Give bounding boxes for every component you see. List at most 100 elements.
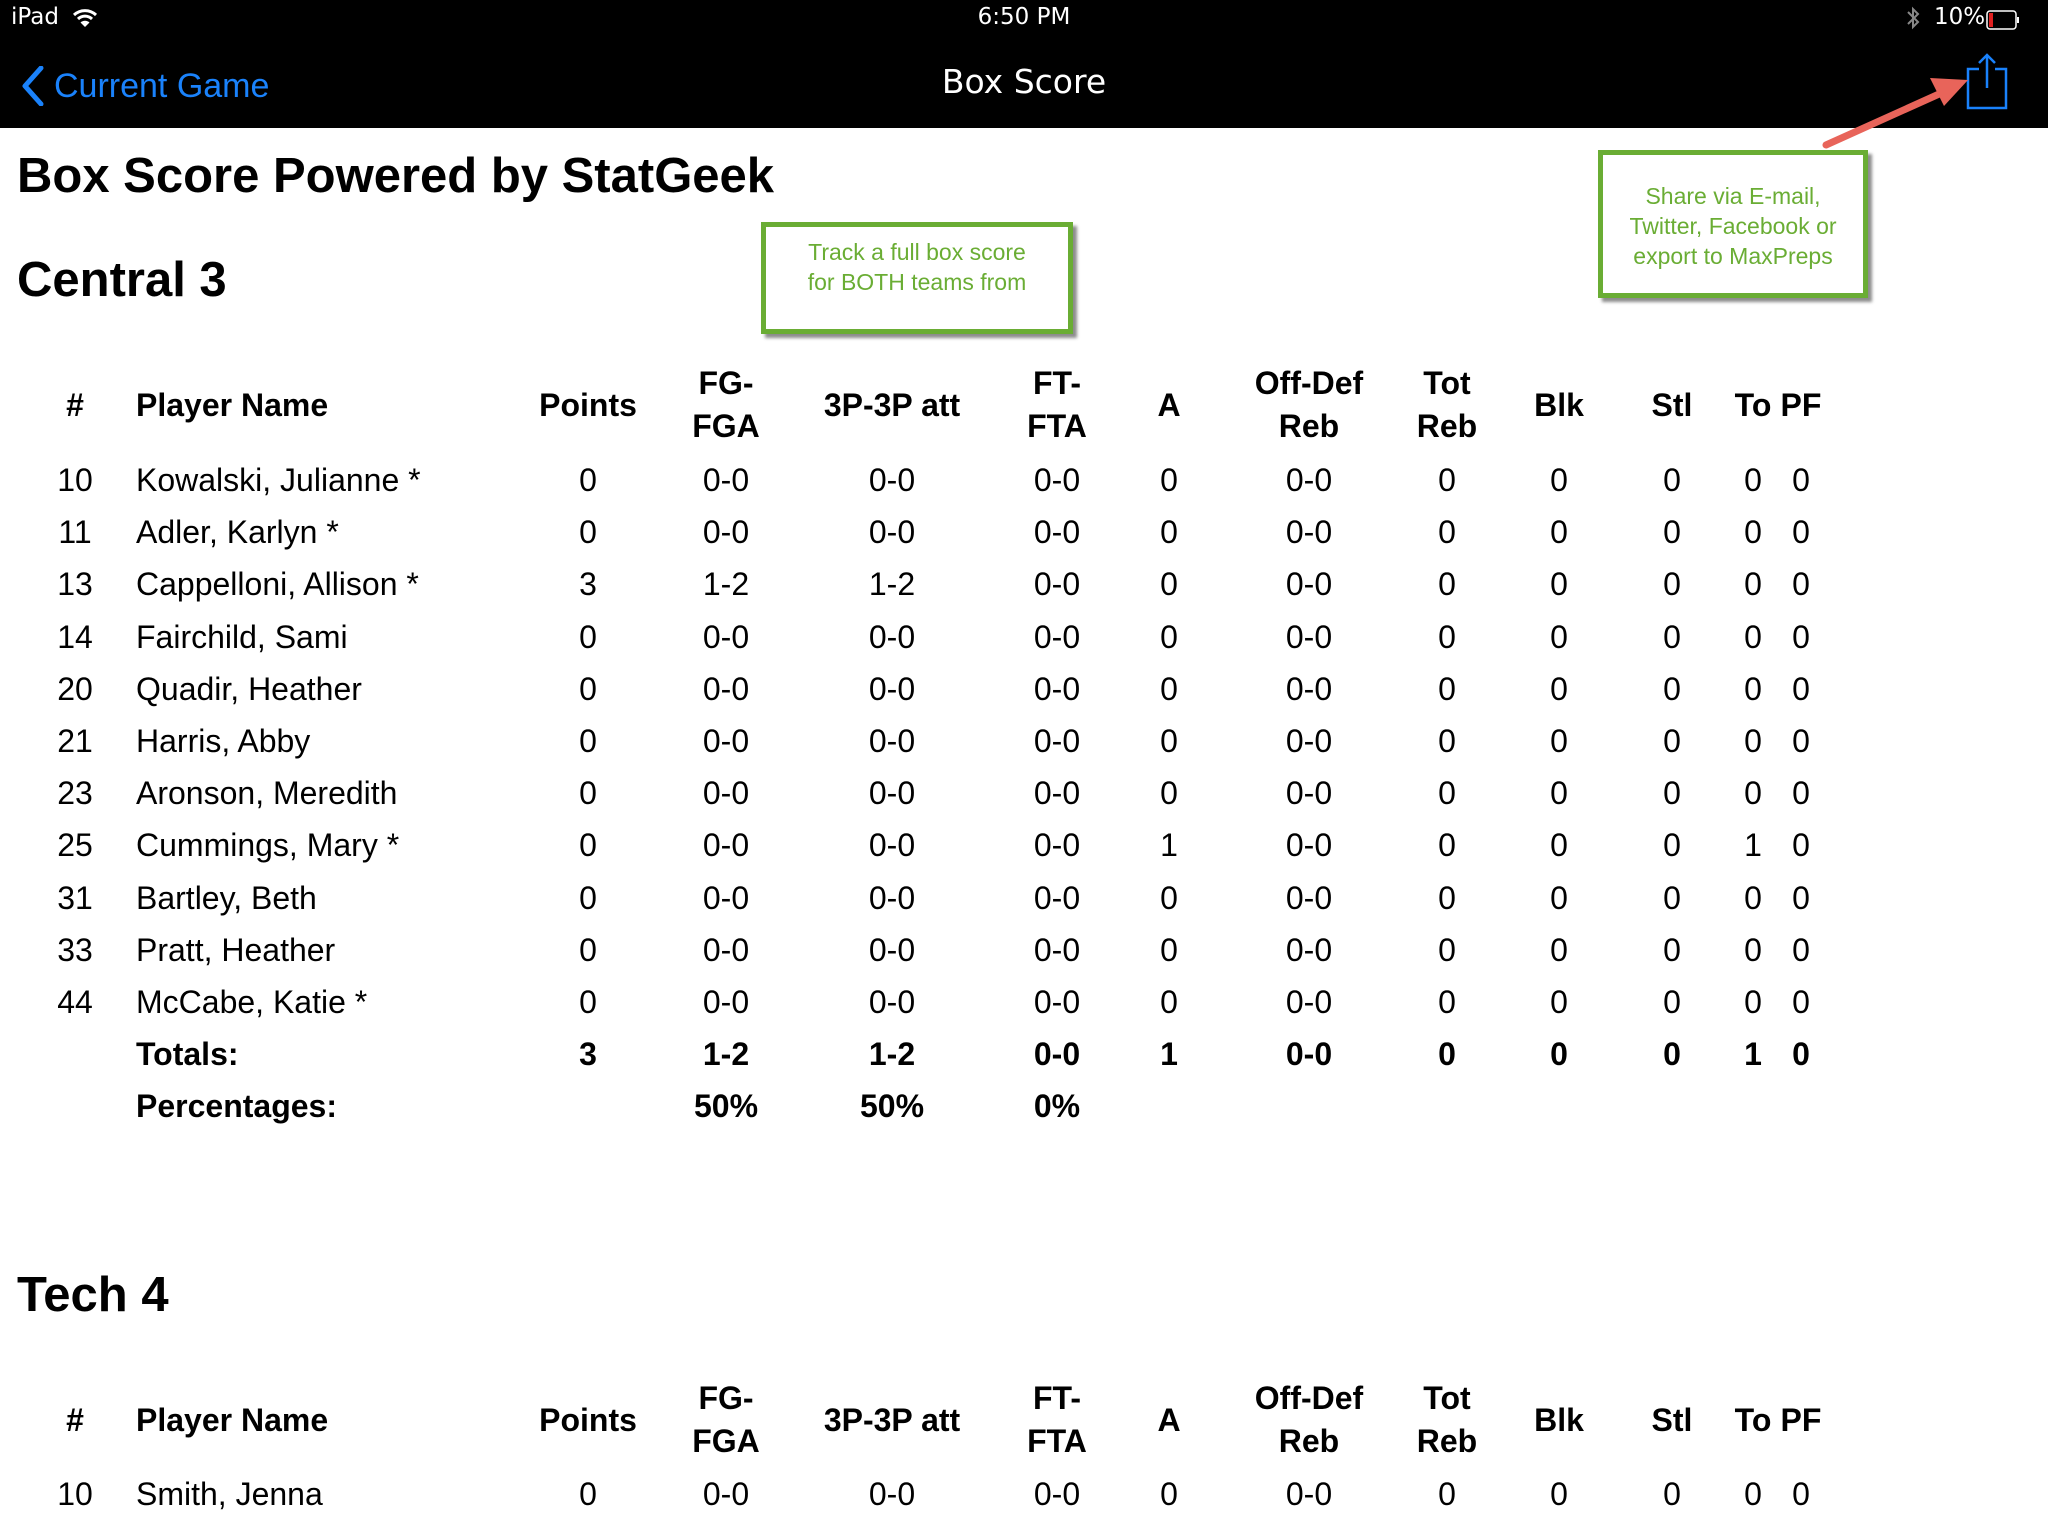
cell-three: 0-0 — [868, 775, 916, 812]
cell-stl: 0 — [1663, 827, 1681, 864]
column-header-line: To — [1734, 1402, 1772, 1438]
cell-blk: 0 — [1550, 984, 1568, 1020]
cell-name: Cappelloni, Allison * — [136, 566, 419, 603]
cell-num: 13 — [57, 566, 93, 603]
cell-offdef: 0-0 — [1285, 984, 1333, 1020]
column-header-line: Reb — [1416, 408, 1478, 444]
cell-totreb: 0 — [1438, 775, 1456, 812]
cell-pf: 0 — [1792, 618, 1810, 655]
cell-num: 31 — [57, 879, 93, 916]
column-header-three: 3P-3P att — [824, 1399, 960, 1442]
column-header-line: # — [66, 387, 84, 423]
cell-ft: 0-0 — [1033, 618, 1081, 655]
cell-num: 23 — [57, 775, 93, 812]
column-header-line: Reb — [1278, 408, 1340, 444]
column-header-fg: FG- FGA — [692, 362, 760, 448]
cell-three: 0-0 — [868, 723, 916, 759]
cell-to: 0 — [1744, 775, 1762, 812]
cell-three: 0-0 — [868, 1476, 916, 1512]
cell-pf: 0 — [1792, 984, 1810, 1020]
cell-ft: 0-0 — [1033, 984, 1081, 1020]
cell-ft: 0-0 — [1033, 775, 1081, 812]
callout-line: export to MaxPreps — [1633, 243, 1833, 269]
cell-stl: 0 — [1663, 984, 1681, 1020]
cell-three: 0-0 — [868, 879, 916, 916]
column-header-a: A — [1157, 384, 1180, 427]
cell-to: 1 — [1744, 1036, 1762, 1073]
cell-fg: 1-2 — [702, 1036, 750, 1073]
cell-three: 0-0 — [868, 462, 916, 498]
cell-fg: 0-0 — [702, 931, 750, 968]
cell-three: 0-0 — [868, 827, 916, 864]
cell-totreb: 0 — [1438, 1476, 1456, 1512]
column-header-three: 3P-3P att — [824, 384, 960, 427]
cell-stl: 0 — [1663, 1036, 1681, 1073]
cell-fg: 0-0 — [702, 879, 750, 916]
column-header-line: To — [1734, 387, 1772, 423]
cell-points: 0 — [579, 723, 597, 759]
column-header-points: Points — [539, 1399, 637, 1442]
cell-totreb: 0 — [1438, 1036, 1456, 1073]
column-header-to: To — [1735, 1399, 1772, 1442]
cell-three: 0-0 — [868, 931, 916, 968]
cell-three: 1-2 — [868, 1036, 916, 1073]
cell-blk: 0 — [1550, 514, 1568, 551]
column-header-totreb: Tot Reb — [1417, 362, 1477, 448]
cell-a: 1 — [1160, 827, 1178, 864]
cell-ft: 0-0 — [1033, 1036, 1081, 1073]
cell-to: 0 — [1744, 514, 1762, 551]
cell-fg: 0-0 — [702, 1476, 750, 1512]
column-header-line: A — [1157, 1402, 1181, 1438]
cell-fg: 0-0 — [702, 514, 750, 551]
cell-blk: 0 — [1550, 618, 1568, 655]
cell-name: Smith, Jenna — [136, 1476, 323, 1512]
column-header-line: Points — [539, 1402, 637, 1438]
cell-blk: 0 — [1550, 723, 1568, 759]
column-header-line: Points — [539, 387, 637, 423]
cell-num: 14 — [57, 618, 93, 655]
cell-name: Kowalski, Julianne * — [136, 462, 421, 498]
cell-to: 0 — [1744, 984, 1762, 1020]
cell-fg: 0-0 — [702, 462, 750, 498]
cell-points: 0 — [579, 670, 597, 707]
cell-points: 0 — [579, 462, 597, 498]
cell-points: 0 — [579, 1476, 597, 1512]
column-header-stl: Stl — [1652, 384, 1693, 427]
column-header-line: FTA — [1027, 408, 1087, 444]
cell-totreb: 0 — [1438, 879, 1456, 916]
column-header-line: A — [1157, 387, 1181, 423]
column-header-pf: PF — [1781, 1399, 1822, 1442]
column-header-fg: FG- FGA — [692, 1377, 760, 1463]
cell-stl: 0 — [1663, 879, 1681, 916]
cell-three: 1-2 — [868, 566, 916, 603]
cell-name: Bartley, Beth — [136, 879, 317, 916]
column-header-line: Tot — [1423, 1380, 1471, 1416]
column-header-line: 3P-3P att — [823, 387, 961, 423]
cell-ft: 0-0 — [1033, 827, 1081, 864]
cell-stl: 0 — [1663, 566, 1681, 603]
column-header-stl: Stl — [1652, 1399, 1693, 1442]
column-header-line: Blk — [1534, 387, 1584, 423]
column-header-line: Player Name — [136, 1402, 329, 1438]
cell-pf: 0 — [1792, 1476, 1810, 1512]
cell-to: 0 — [1744, 879, 1762, 916]
cell-offdef: 0-0 — [1285, 566, 1333, 603]
column-header-ft: FT- FTA — [1027, 1377, 1087, 1463]
cell-fg: 0-0 — [702, 618, 750, 655]
cell-to: 0 — [1744, 462, 1762, 498]
cell-stl: 0 — [1663, 723, 1681, 759]
cell-points: 0 — [579, 514, 597, 551]
cell-totreb: 0 — [1438, 984, 1456, 1020]
cell-three: 0-0 — [868, 618, 916, 655]
cell-pf: 0 — [1792, 879, 1810, 916]
cell-offdef: 0-0 — [1285, 879, 1333, 916]
column-header-blk: Blk — [1534, 384, 1584, 427]
cell-totreb: 0 — [1438, 723, 1456, 759]
cell-pf: 0 — [1792, 1036, 1810, 1073]
column-header-line: PF — [1780, 387, 1822, 423]
column-header-line: FGA — [692, 408, 760, 444]
column-header-line: Off-Def — [1254, 1380, 1364, 1416]
cell-blk: 0 — [1550, 566, 1568, 603]
cell-offdef: 0-0 — [1285, 827, 1333, 864]
cell-pf: 0 — [1792, 827, 1810, 864]
